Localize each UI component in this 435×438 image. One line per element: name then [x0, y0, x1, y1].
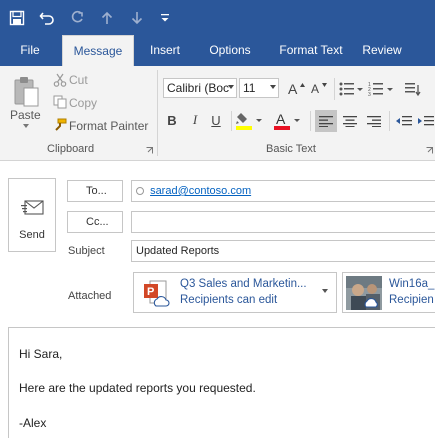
message-body[interactable]: Hi Sara, Here are the updated reports yo…	[8, 327, 435, 438]
increase-indent-icon[interactable]	[417, 110, 435, 132]
svg-text:A: A	[276, 111, 286, 127]
attachment-name: Q3 Sales and Marketin...	[180, 278, 307, 290]
attachment-name: Win16a_	[389, 278, 435, 290]
font-name-value: Calibri (Boc	[167, 81, 230, 95]
decrease-indent-icon[interactable]	[393, 110, 415, 132]
shrink-font-icon[interactable]: A	[310, 79, 330, 97]
cut-icon[interactable]	[52, 72, 68, 88]
paste-icon[interactable]	[10, 74, 42, 110]
attachment-card[interactable]: P Q3 Sales and Marketin... Recipients ca…	[133, 272, 337, 313]
tab-message[interactable]: Message	[62, 35, 134, 66]
cc-field[interactable]	[131, 211, 435, 233]
send-envelope-icon	[21, 195, 45, 217]
attachment-dropdown-icon[interactable]	[322, 289, 328, 293]
attachment-permission: Recipien	[389, 294, 434, 306]
paste-dropdown-icon[interactable]	[23, 124, 29, 128]
italic-icon[interactable]: I	[186, 109, 204, 131]
subject-label: Subject	[68, 245, 105, 257]
text-direction-icon[interactable]	[402, 79, 426, 99]
subject-field[interactable]: Updated Reports	[131, 240, 435, 262]
to-field[interactable]: sarad@contoso.com	[131, 180, 435, 202]
copy-icon[interactable]	[52, 94, 68, 110]
send-label: Send	[19, 229, 45, 241]
body-signature: -Alex	[19, 416, 47, 430]
basic-text-launcher-icon[interactable]	[425, 146, 433, 154]
cut-button[interactable]: Cut	[69, 73, 88, 87]
up-arrow-icon[interactable]	[96, 7, 118, 29]
align-left-icon[interactable]	[315, 110, 337, 132]
title-bar	[0, 0, 435, 35]
underline-icon[interactable]: U	[207, 109, 225, 131]
grow-font-icon[interactable]: A	[287, 79, 307, 97]
numbering-icon[interactable]: 123	[366, 79, 396, 99]
tab-options[interactable]: Options	[200, 35, 260, 66]
svg-text:P: P	[147, 286, 154, 298]
redo-icon[interactable]	[66, 7, 88, 29]
tab-insert[interactable]: Insert	[140, 35, 190, 66]
ribbon: Paste Cut Copy Format Painter Clipboard …	[0, 66, 435, 161]
to-button[interactable]: To...	[67, 180, 123, 202]
svg-text:A: A	[311, 82, 319, 96]
group-separator	[389, 111, 390, 131]
attachment-card[interactable]: Win16a_ Recipien	[342, 272, 435, 313]
group-separator	[334, 78, 335, 100]
align-right-icon[interactable]	[363, 110, 385, 132]
clipboard-group-label: Clipboard	[47, 143, 95, 155]
font-color-icon[interactable]: A	[272, 110, 304, 132]
highlight-icon[interactable]	[234, 110, 266, 132]
tab-review[interactable]: Review	[360, 35, 404, 66]
customize-dropdown-icon[interactable]	[154, 7, 176, 29]
presence-icon	[136, 187, 144, 195]
cc-button[interactable]: Cc...	[67, 211, 123, 233]
bullets-icon[interactable]	[338, 79, 364, 99]
ribbon-tabs: File Message Insert Options Format Text …	[0, 35, 435, 66]
font-size-combo[interactable]: 11	[239, 78, 279, 98]
save-icon[interactable]	[6, 7, 28, 29]
group-separator	[310, 111, 311, 131]
copy-button[interactable]: Copy	[69, 96, 97, 110]
body-text: Here are the updated reports you request…	[19, 381, 256, 395]
clipboard-launcher-icon[interactable]	[145, 146, 153, 154]
align-center-icon[interactable]	[339, 110, 361, 132]
svg-text:A: A	[288, 81, 298, 96]
paste-button[interactable]: Paste	[10, 108, 41, 122]
format-painter-button[interactable]: Format Painter	[69, 119, 148, 133]
format-painter-icon[interactable]	[52, 117, 68, 133]
chevron-down-icon	[270, 85, 276, 89]
basic-text-group-label: Basic Text	[266, 143, 316, 155]
font-size-value: 11	[243, 81, 256, 95]
powerpoint-file-icon: P	[142, 279, 172, 309]
attachment-permission: Recipients can edit	[180, 294, 278, 306]
down-arrow-icon[interactable]	[126, 7, 148, 29]
font-name-combo[interactable]: Calibri (Boc	[163, 78, 237, 98]
to-recipient[interactable]: sarad@contoso.com	[150, 185, 251, 197]
undo-icon[interactable]	[36, 7, 58, 29]
attached-label: Attached	[68, 290, 112, 302]
svg-text:3: 3	[368, 92, 371, 97]
bold-icon[interactable]: B	[163, 109, 181, 131]
send-button[interactable]: Send	[8, 178, 56, 252]
tab-format-text[interactable]: Format Text	[270, 35, 352, 66]
group-separator	[231, 111, 232, 131]
group-separator	[157, 70, 158, 156]
image-thumbnail-icon	[346, 276, 382, 310]
body-greeting: Hi Sara,	[19, 347, 63, 361]
tab-file[interactable]: File	[8, 35, 52, 66]
chevron-down-icon	[228, 85, 234, 89]
